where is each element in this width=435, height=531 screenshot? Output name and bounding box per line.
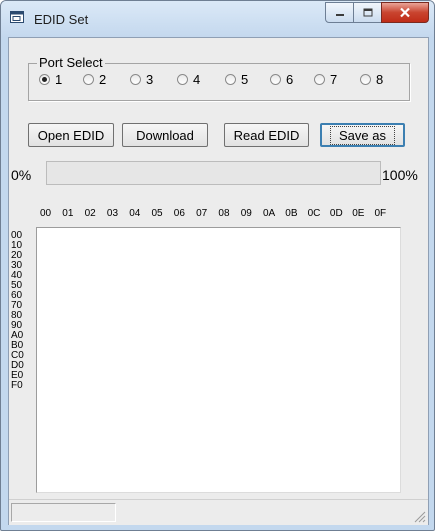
hex-row-labels: 00 10 20 30 40 50 60 70 80 90 A0 B0 C0 D0 E0 F0 bbox=[11, 227, 39, 493]
download-button[interactable]: Download bbox=[122, 123, 208, 147]
window-title: EDID Set bbox=[34, 12, 89, 27]
hex-column-label: 03 bbox=[106, 208, 119, 219]
hex-column-label: 01 bbox=[62, 208, 74, 219]
title-bar[interactable]: EDID Set bbox=[1, 1, 434, 37]
save-as-label: Save as bbox=[330, 125, 395, 145]
port-radio-3[interactable]: 3 bbox=[130, 71, 153, 87]
hex-column-label: 0B bbox=[285, 208, 298, 219]
maximize-button[interactable] bbox=[353, 2, 382, 23]
status-pane bbox=[11, 503, 116, 522]
port-radio-label: 8 bbox=[376, 71, 384, 87]
radio-unchecked-icon bbox=[225, 73, 236, 85]
minimize-button[interactable] bbox=[325, 2, 354, 23]
status-bar bbox=[9, 499, 428, 525]
save-as-button[interactable]: Save as bbox=[320, 123, 405, 147]
hex-column-label: 04 bbox=[129, 208, 141, 219]
port-radio-label: 2 bbox=[99, 71, 107, 87]
open-edid-button[interactable]: Open EDID bbox=[28, 123, 114, 147]
hex-column-label: 0F bbox=[374, 208, 387, 219]
hex-column-label: 06 bbox=[173, 208, 185, 219]
read-edid-button[interactable]: Read EDID bbox=[224, 123, 309, 147]
progress-min-label: 0% bbox=[11, 167, 32, 183]
resize-grip-icon[interactable] bbox=[412, 509, 426, 523]
hex-column-label: 05 bbox=[151, 208, 163, 219]
hex-column-header: 00 01 02 03 04 05 06 07 08 09 0A 0B 0C 0D 0E 0F bbox=[40, 208, 400, 222]
radio-unchecked-icon bbox=[177, 73, 188, 85]
port-radio-5[interactable]: 5 bbox=[225, 71, 248, 87]
close-icon bbox=[400, 7, 410, 18]
port-radio-label: 1 bbox=[55, 71, 63, 87]
window-controls bbox=[325, 2, 429, 23]
hex-column-label: 0A bbox=[263, 208, 276, 219]
hex-column-label: 00 bbox=[40, 208, 52, 219]
window-app-icon bbox=[10, 11, 24, 23]
hex-row-label: F0 bbox=[11, 380, 23, 391]
progress-bar bbox=[46, 161, 381, 185]
radio-unchecked-icon bbox=[314, 73, 325, 85]
port-radio-label: 7 bbox=[330, 71, 338, 87]
edid-data-area[interactable] bbox=[36, 227, 401, 493]
port-radio-1[interactable]: 1 bbox=[39, 71, 62, 87]
port-radio-2[interactable]: 2 bbox=[83, 71, 106, 87]
maximize-icon bbox=[363, 8, 372, 17]
port-radio-label: 3 bbox=[146, 71, 154, 87]
radio-unchecked-icon bbox=[360, 73, 371, 85]
hex-column-label: 0C bbox=[307, 208, 321, 219]
minimize-icon bbox=[335, 13, 344, 16]
hex-column-label: 09 bbox=[240, 208, 252, 219]
hex-column-label: 0E bbox=[352, 208, 365, 219]
radio-unchecked-icon bbox=[270, 73, 281, 85]
port-radio-label: 5 bbox=[241, 71, 249, 87]
radio-checked-icon bbox=[39, 73, 50, 85]
port-select-label: Port Select bbox=[37, 55, 105, 70]
port-radio-8[interactable]: 8 bbox=[360, 71, 383, 87]
close-button[interactable] bbox=[381, 2, 429, 23]
edid-set-window: EDID Set Port Select 1 2 3 4 5 6 7 8 Ope… bbox=[0, 0, 435, 531]
hex-column-label: 0D bbox=[329, 208, 343, 219]
progress-max-label: 100% bbox=[382, 167, 418, 183]
hex-column-label: 08 bbox=[218, 208, 230, 219]
radio-unchecked-icon bbox=[83, 73, 94, 85]
hex-column-label: 02 bbox=[84, 208, 96, 219]
radio-unchecked-icon bbox=[130, 73, 141, 85]
port-radio-row: 1 2 3 4 5 6 7 8 bbox=[34, 71, 410, 87]
port-radio-label: 6 bbox=[286, 71, 294, 87]
hex-column-label: 07 bbox=[196, 208, 208, 219]
port-radio-label: 4 bbox=[193, 71, 201, 87]
port-radio-7[interactable]: 7 bbox=[314, 71, 337, 87]
port-radio-4[interactable]: 4 bbox=[177, 71, 200, 87]
client-area: Port Select 1 2 3 4 5 6 7 8 Open EDID Do… bbox=[8, 37, 429, 525]
port-radio-6[interactable]: 6 bbox=[270, 71, 293, 87]
port-select-group: Port Select 1 2 3 4 5 6 7 8 bbox=[28, 55, 410, 101]
